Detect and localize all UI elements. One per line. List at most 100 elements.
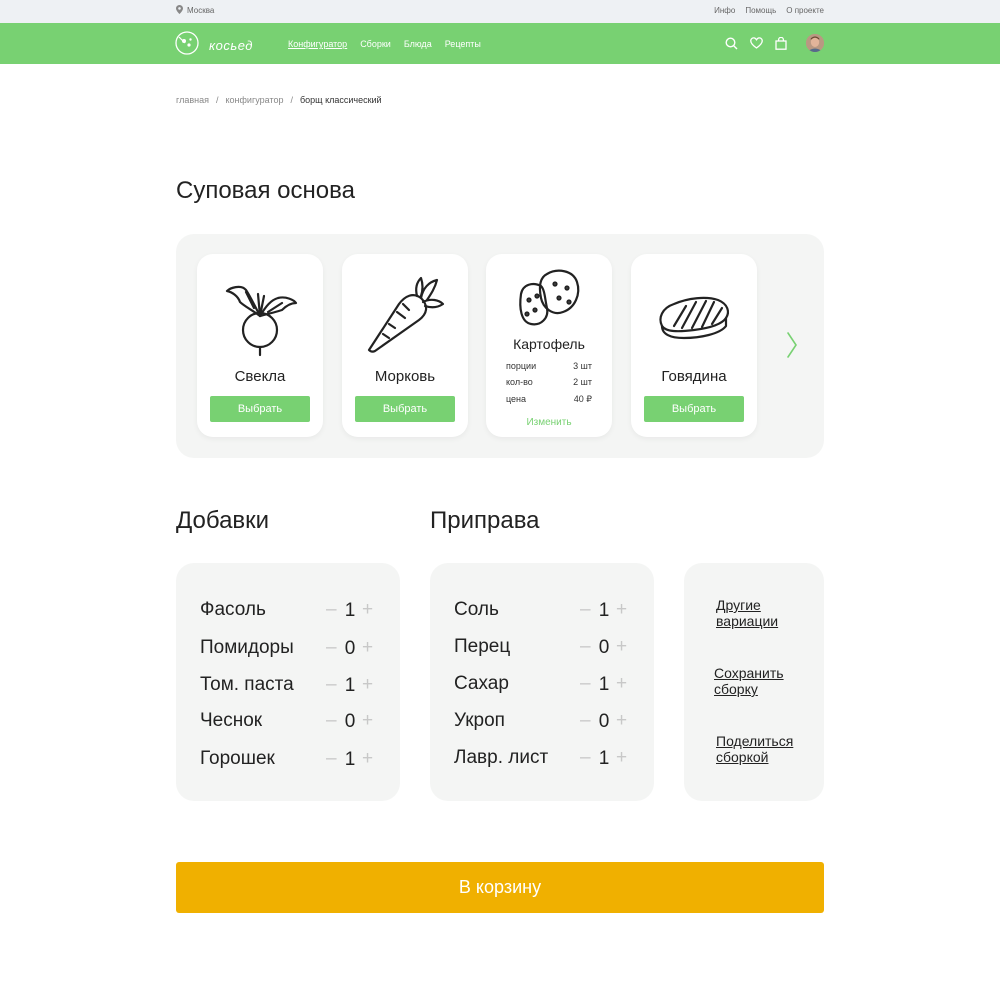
increase-button[interactable]: + xyxy=(362,710,373,732)
nav-icons xyxy=(723,34,824,52)
decrease-button[interactable]: – xyxy=(326,599,337,621)
decrease-button[interactable]: – xyxy=(326,710,337,732)
decrease-button[interactable]: – xyxy=(580,636,591,658)
location-pin-icon xyxy=(176,5,183,16)
increase-button[interactable]: + xyxy=(616,710,627,732)
increase-button[interactable]: + xyxy=(616,673,627,695)
addition-name: Фасоль xyxy=(200,599,266,620)
breadcrumb-separator: / xyxy=(290,95,293,105)
detail-value: 2 шт xyxy=(573,377,592,387)
add-to-cart-button[interactable]: В корзину xyxy=(176,862,824,913)
detail-label: цена xyxy=(506,394,527,404)
decrease-button[interactable]: – xyxy=(326,637,337,659)
nav-item-configurator[interactable]: Конфигуратор xyxy=(288,39,347,49)
additions-panel: Фасоль – 1 + Помидоры – 0 + Том. паста –… xyxy=(176,563,400,801)
ingredient-card-carrot[interactable]: Морковь Выбрать xyxy=(342,254,468,437)
increase-button[interactable]: + xyxy=(362,637,373,659)
save-build-link[interactable]: Сохранить сборку xyxy=(714,665,784,697)
addition-row: Помидоры – 0 + xyxy=(200,637,380,661)
actions-panel: Другие вариации Сохранить сборку Поделит… xyxy=(684,563,824,801)
top-bar: Москва Инфо Помощь О проекте xyxy=(0,0,1000,23)
ingredient-card-potato[interactable]: Картофель порции 3 шт кол-во 2 шт цена 4… xyxy=(486,254,612,437)
main-navbar: косьед Конфигуратор Сборки Блюда Рецепты xyxy=(0,23,1000,64)
link-line: Другие xyxy=(716,597,761,613)
city-selector[interactable]: Москва xyxy=(176,5,214,16)
detail-value: 40 ₽ xyxy=(573,394,592,404)
beef-icon xyxy=(650,272,738,360)
decrease-button[interactable]: – xyxy=(326,674,337,696)
select-button[interactable]: Выбрать xyxy=(644,396,744,422)
detail-row-amount: кол-во 2 шт xyxy=(506,377,592,387)
nav-item-recipes[interactable]: Рецепты xyxy=(445,39,481,49)
breadcrumb-configurator[interactable]: конфигуратор xyxy=(226,95,284,105)
logo[interactable]: косьед xyxy=(175,31,253,60)
nav-menu: Конфигуратор Сборки Блюда Рецепты xyxy=(288,39,481,49)
increase-button[interactable]: + xyxy=(362,599,373,621)
ingredient-name: Говядина xyxy=(661,368,727,385)
heart-icon[interactable] xyxy=(748,35,764,51)
logo-text: косьед xyxy=(209,38,253,53)
quantity-value: 1 xyxy=(598,600,610,621)
detail-value: 3 шт xyxy=(573,361,592,371)
decrease-button[interactable]: – xyxy=(580,747,591,769)
seasoning-row: Сахар – 1 + xyxy=(454,673,634,697)
decrease-button[interactable]: – xyxy=(580,673,591,695)
seasoning-name: Соль xyxy=(454,599,499,620)
nav-item-builds[interactable]: Сборки xyxy=(360,39,391,49)
bag-icon[interactable] xyxy=(773,35,789,51)
decrease-button[interactable]: – xyxy=(326,748,337,770)
seasoning-name: Укроп xyxy=(454,710,505,731)
chevron-right-icon[interactable] xyxy=(786,332,798,363)
quantity-value: 0 xyxy=(344,711,356,732)
section-title-seasoning: Приправа xyxy=(430,507,540,534)
top-links: Инфо Помощь О проекте xyxy=(714,6,824,15)
avatar[interactable] xyxy=(806,34,824,52)
section-title-additions: Добавки xyxy=(176,507,270,534)
breadcrumb-home[interactable]: главная xyxy=(176,95,209,105)
addition-name: Помидоры xyxy=(200,637,294,658)
quantity-value: 1 xyxy=(598,748,610,769)
increase-button[interactable]: + xyxy=(362,748,373,770)
quantity-value: 0 xyxy=(344,638,356,659)
addition-row: Фасоль – 1 + xyxy=(200,599,380,623)
detail-row-portions: порции 3 шт xyxy=(506,361,592,371)
share-build-link[interactable]: Поделиться сборкой xyxy=(716,733,793,765)
quantity-value: 1 xyxy=(598,674,610,695)
change-link[interactable]: Изменить xyxy=(486,417,612,428)
ingredient-card-beef[interactable]: Говядина Выбрать xyxy=(631,254,757,437)
link-line: Поделиться xyxy=(716,733,794,749)
base-carousel: Свекла Выбрать Морковь Выбрать Картофель… xyxy=(176,234,824,458)
decrease-button[interactable]: – xyxy=(580,710,591,732)
ingredient-card-beet[interactable]: Свекла Выбрать xyxy=(197,254,323,437)
detail-label: кол-во xyxy=(506,377,533,387)
addition-name: Том. паста xyxy=(200,674,294,695)
quantity-value: 1 xyxy=(344,600,356,621)
increase-button[interactable]: + xyxy=(616,636,627,658)
seasoning-row: Лавр. лист – 1 + xyxy=(454,747,634,771)
select-button[interactable]: Выбрать xyxy=(210,396,310,422)
link-help[interactable]: Помощь xyxy=(745,6,776,15)
link-about[interactable]: О проекте xyxy=(786,6,824,15)
increase-button[interactable]: + xyxy=(616,747,627,769)
carrot-icon xyxy=(361,272,449,360)
link-info[interactable]: Инфо xyxy=(714,6,735,15)
nav-item-dishes[interactable]: Блюда xyxy=(404,39,432,49)
seasoning-row: Соль – 1 + xyxy=(454,599,634,623)
other-variations-link[interactable]: Другие вариации xyxy=(716,597,778,629)
quantity-value: 1 xyxy=(344,675,356,696)
decrease-button[interactable]: – xyxy=(580,599,591,621)
seasoning-row: Укроп – 0 + xyxy=(454,710,634,734)
detail-row-price: цена 40 ₽ xyxy=(506,394,592,405)
increase-button[interactable]: + xyxy=(616,599,627,621)
addition-name: Чеснок xyxy=(200,710,263,731)
search-icon[interactable] xyxy=(723,35,739,51)
beet-icon xyxy=(216,272,304,360)
link-line: Сохранить xyxy=(714,665,784,681)
section-title-base: Суповая основа xyxy=(176,177,355,204)
seasoning-name: Перец xyxy=(454,636,511,657)
increase-button[interactable]: + xyxy=(362,674,373,696)
potato-icon xyxy=(513,264,585,336)
select-button[interactable]: Выбрать xyxy=(355,396,455,422)
link-line: сборкой xyxy=(716,749,769,765)
addition-row: Том. паста – 1 + xyxy=(200,674,380,698)
